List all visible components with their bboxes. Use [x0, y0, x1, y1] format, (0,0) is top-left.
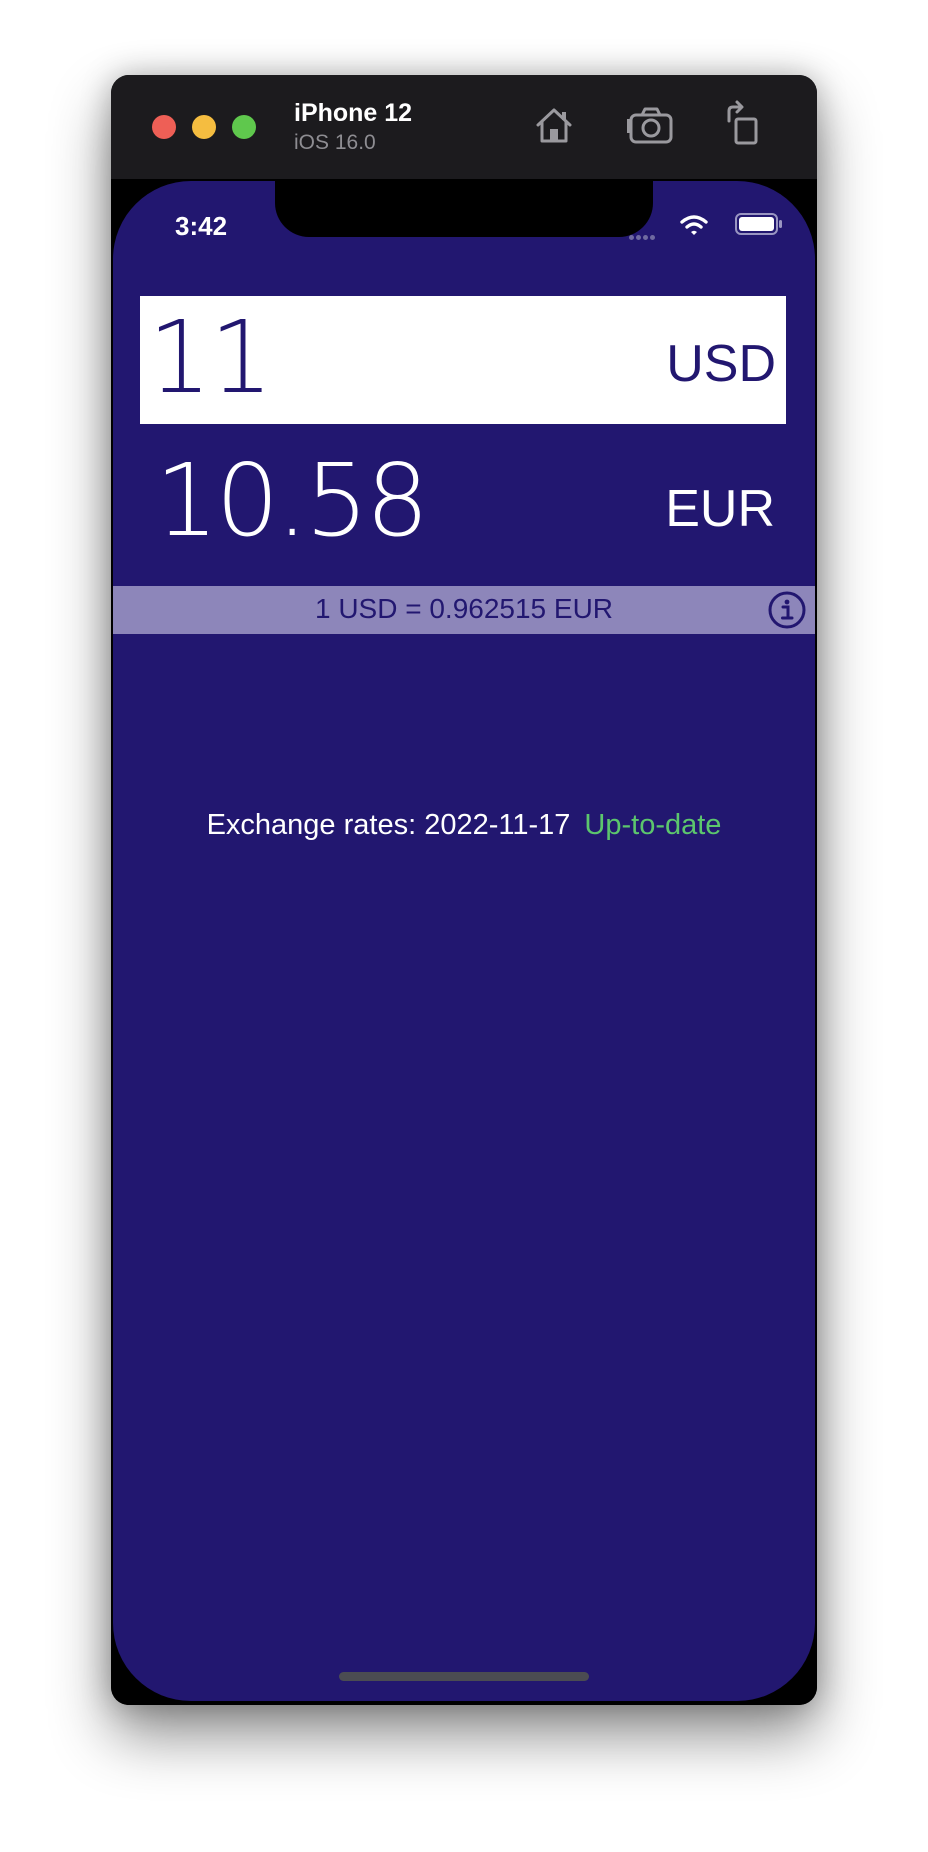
home-icon[interactable]	[528, 99, 580, 151]
zoom-window-button[interactable]	[232, 115, 256, 139]
rotate-icon[interactable]	[719, 99, 771, 151]
simulator-titlebar: iPhone 12 iOS 16.0	[111, 75, 817, 179]
device-screen: 3:42 11 USD 10.58 EUR 1 USD = 0.962515 E…	[111, 179, 817, 1705]
battery-icon	[735, 213, 783, 235]
os-version: iOS 16.0	[294, 131, 376, 154]
signal-dots-icon	[629, 227, 661, 240]
simulator-window: iPhone 12 iOS 16.0 3:42 11 USD 10.58 EUR…	[111, 75, 817, 1705]
output-currency-selector[interactable]: EUR	[665, 479, 775, 539]
status-time: 3:42	[175, 211, 228, 241]
rates-status-badge: Up-to-date	[584, 809, 722, 841]
rates-date-label: Exchange rates: 2022-11-17	[206, 809, 571, 841]
input-amount[interactable]: 11	[148, 308, 273, 408]
info-icon[interactable]	[767, 590, 807, 630]
input-currency-selector[interactable]: USD	[666, 334, 776, 394]
device-notch	[275, 181, 653, 237]
amount-input-field[interactable]: 11 USD	[140, 296, 786, 424]
wifi-icon	[679, 213, 709, 237]
camera-icon[interactable]	[625, 99, 677, 151]
status-icons	[623, 213, 783, 240]
exchange-rate-text: 1 USD = 0.962515 EUR	[314, 593, 614, 624]
close-window-button[interactable]	[152, 115, 176, 139]
device-name: iPhone 12	[294, 99, 413, 127]
exchange-rates-info: Exchange rates: 2022-11-17 Up-to-date	[113, 809, 815, 842]
home-indicator[interactable]	[339, 1672, 589, 1681]
converted-amount: 10.58	[155, 442, 429, 559]
app-screen: 3:42 11 USD 10.58 EUR 1 USD = 0.962515 E…	[113, 181, 815, 1701]
minimize-window-button[interactable]	[192, 115, 216, 139]
rate-bar: 1 USD = 0.962515 EUR	[113, 586, 815, 634]
